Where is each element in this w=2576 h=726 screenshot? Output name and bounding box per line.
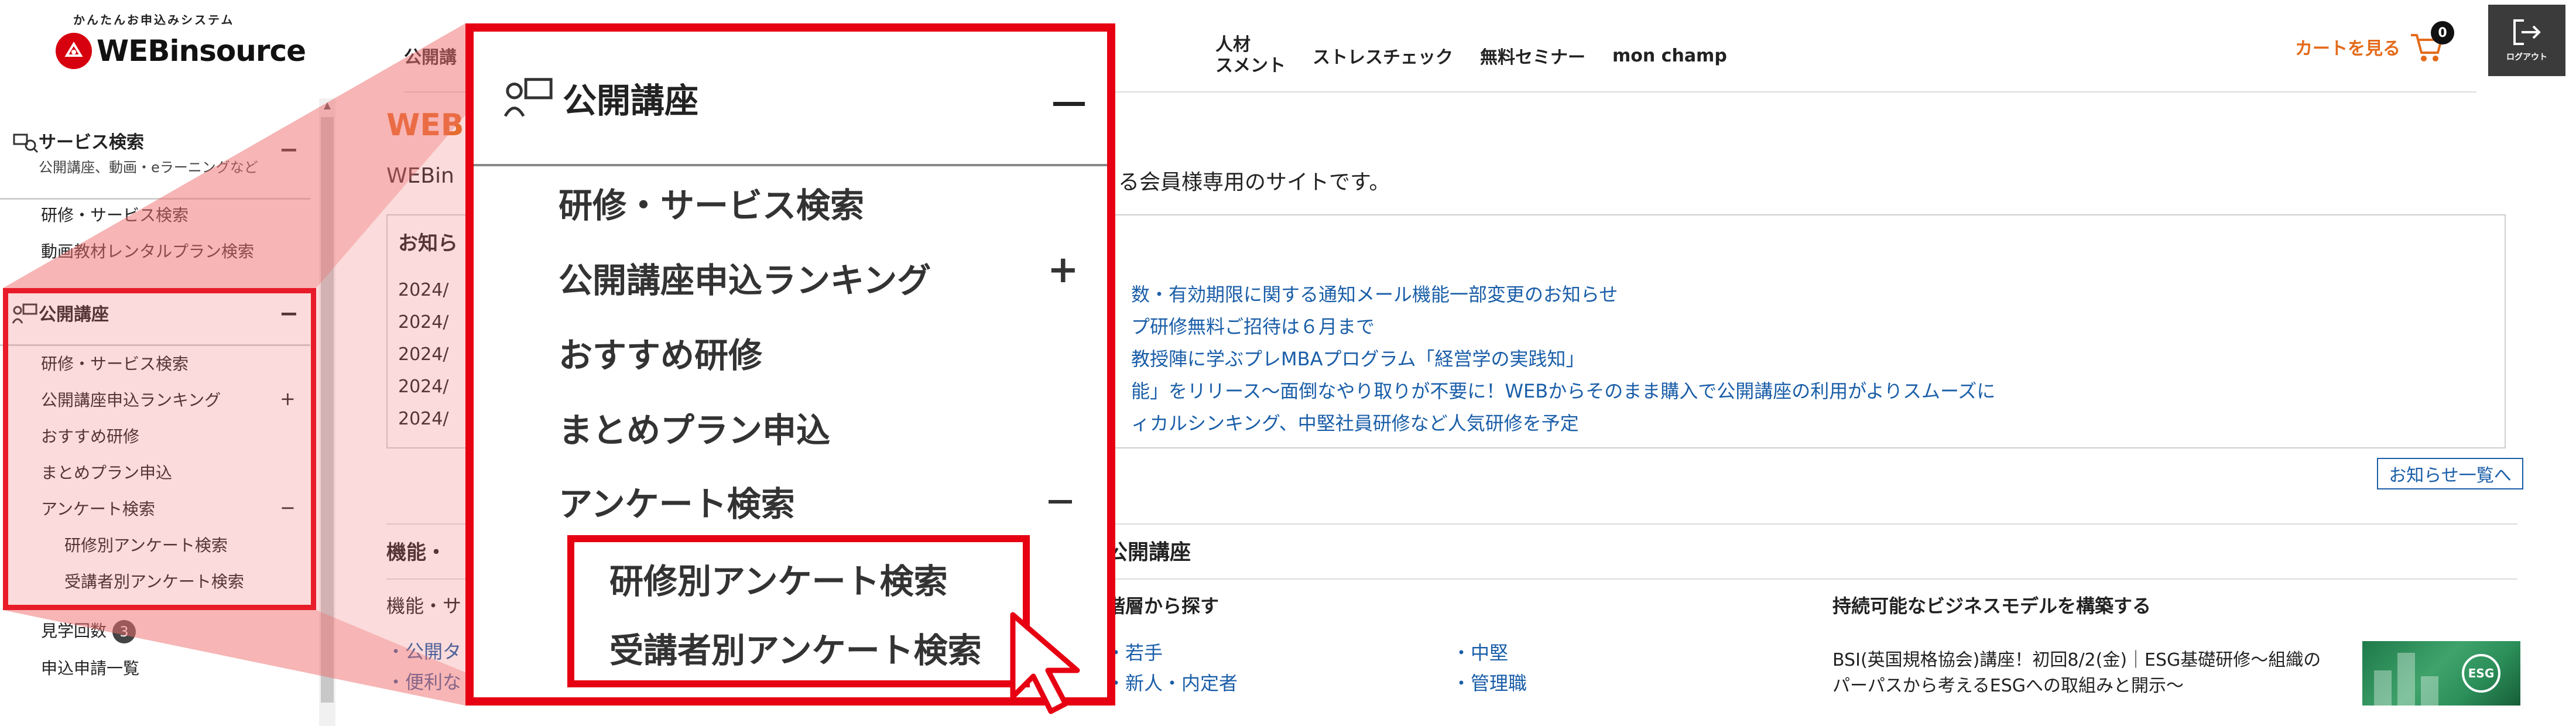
zoom-survey-collapse-icon [1049, 500, 1072, 504]
header: かんたんお申込みシステム WEBinsource 公開講 人材 スメント ストレ… [0, 0, 2576, 94]
zoom-item-recommended: おすすめ研修 [559, 335, 763, 375]
cart-count-badge: 0 [2431, 21, 2454, 44]
cart-icon: 0 [2409, 21, 2454, 63]
logo[interactable]: かんたんお申込みシステム WEBinsource [56, 11, 306, 75]
page-title: WEB [386, 108, 464, 143]
sidebar-visit-count-label: 見学回数 [41, 621, 107, 641]
sidebar-link-service-search[interactable]: 研修・サービス検索 [41, 203, 189, 226]
news-item-link[interactable]: 数・有効期限に関する通知メール機能一部変更のお知らせ [1131, 280, 1618, 307]
news-date: 2024/ [398, 312, 449, 333]
left-section-title: 機能・ [386, 541, 446, 564]
zoom-item-survey-search: アンケート検索 [559, 484, 795, 524]
sidebar-service-search-title: サービス検索 [39, 132, 144, 153]
zoom-collapse-icon [1053, 102, 1085, 106]
zoom-item-bundle-plan: まとめプラン申込 [559, 410, 831, 450]
nav-item-public-course[interactable]: 公開講 [404, 43, 457, 69]
level-link-manager[interactable]: ・管理職 [1452, 669, 1527, 696]
zoom-title: 公開講座 [563, 81, 699, 121]
public-course-icon [503, 78, 553, 117]
left-section-link[interactable]: ・公開タ [386, 637, 461, 664]
news-item-link[interactable]: プ研修無料ご招待は６月まで [1131, 312, 1375, 339]
news-list-button[interactable]: お知らせ一覧へ [2377, 458, 2523, 489]
news-date: 2024/ [398, 376, 449, 397]
nav-item-stress-check[interactable]: ストレスチェック [1313, 43, 1453, 69]
logout-icon [2513, 19, 2541, 45]
sidebar-divider [0, 198, 310, 200]
left-section-link[interactable]: ・便利な [386, 667, 461, 694]
sidebar-scrollbar-thumb[interactable] [321, 117, 334, 703]
sidebar-link-visit-count[interactable]: 見学回数 3 [41, 618, 136, 643]
service-search-icon [13, 133, 39, 153]
cart-label: カートを見る [2295, 39, 2400, 59]
sidebar-service-search-subtitle: 公開講座、動画・eラーニングなど [39, 159, 258, 176]
logout-label: ログアウト [2506, 53, 2547, 62]
logout-button[interactable]: ログアウト [2488, 5, 2565, 76]
nav-item-mon-champ[interactable]: mon champ [1612, 46, 1727, 66]
level-link-new-hire[interactable]: ・新人・内定者 [1107, 669, 1238, 696]
news-date: 2024/ [398, 409, 449, 429]
sidebar-link-application-list[interactable]: 申込申請一覧 [41, 656, 139, 679]
news-date: 2024/ [398, 344, 449, 365]
highlight-box-zoom: 研修別アンケート検索 受講者別アンケート検索 [567, 535, 1030, 687]
logo-text: WEBinsource [97, 34, 306, 68]
esg-course-link[interactable]: BSI(英国規格協会)講座！初回8/2(金)｜ESG基礎研修〜組織のパーパスから… [1832, 648, 2324, 699]
news-item-link[interactable]: ィカルシンキング、中堅社員研修など人気研修を予定 [1131, 409, 1579, 436]
nav-item-assessment-line2: スメント [1215, 56, 1286, 76]
pointer-cursor-icon [1010, 612, 1080, 714]
level-link-mid[interactable]: ・中堅 [1452, 638, 1508, 665]
zoom-item-survey-by-attendee: 受講者別アンケート検索 [609, 631, 982, 670]
news-item-link[interactable]: 能」をリリース〜面倒なやり取りが不要に！WEBからそのまま購入で公開講座の利用が… [1131, 376, 1995, 403]
sustainable-business-heading: 持続可能なビジネスモデルを構築する [1832, 595, 2152, 617]
zoom-item-ranking: 公開講座申込ランキング [559, 261, 931, 300]
welcome-text-tail: る会員様専用のサイトです。 [1118, 170, 1390, 194]
nav-item-assessment[interactable]: 人材 スメント [1215, 35, 1286, 77]
welcome-text: WEBin [386, 164, 454, 188]
highlight-box-sidebar [3, 288, 316, 610]
zoom-ranking-toggle: + [1047, 248, 1079, 292]
zoom-callout: 公開講座 研修・サービス検索 公開講座申込ランキング + おすすめ研修 まとめプ… [465, 23, 1115, 706]
news-date: 2024/ [398, 280, 449, 300]
esg-badge: ESG [2462, 654, 2500, 693]
zoom-item-course-search: 研修・サービス検索 [559, 186, 865, 225]
zoom-item-survey-by-course: 研修別アンケート検索 [609, 561, 948, 601]
sidebar-service-search-toggle[interactable]: − [279, 138, 299, 162]
zoom-public-course-header: 公開講座 [474, 32, 1107, 166]
sidebar-section-service-search[interactable]: サービス検索 公開講座、動画・eラーニングなど − [0, 128, 310, 176]
logo-tagline: かんたんお申込みシステム [73, 13, 235, 27]
scroll-up-arrow-icon[interactable]: ▲ [321, 100, 333, 111]
left-section-subtitle: 機能・サ [386, 595, 462, 617]
nav-item-free-seminar[interactable]: 無料セミナー [1480, 43, 1585, 69]
public-course-section-title: 公開講座 [1107, 540, 1191, 564]
level-search-heading: 階層から探す [1107, 595, 1220, 617]
sidebar-link-video-rental[interactable]: 動画教材レンタルプラン検索 [41, 239, 254, 262]
esg-thumbnail[interactable]: ESG [2362, 641, 2520, 706]
cart-button[interactable]: カートを見る 0 [2295, 21, 2454, 63]
nav-item-assessment-line1: 人材 [1215, 35, 1251, 55]
news-item-link[interactable]: 教授陣に学ぶプレMBAプログラム「経営学の実践知」 [1131, 344, 1585, 371]
news-title: お知ら [398, 232, 458, 255]
visit-count-badge: 3 [112, 620, 136, 643]
logo-mark-icon [56, 33, 92, 69]
